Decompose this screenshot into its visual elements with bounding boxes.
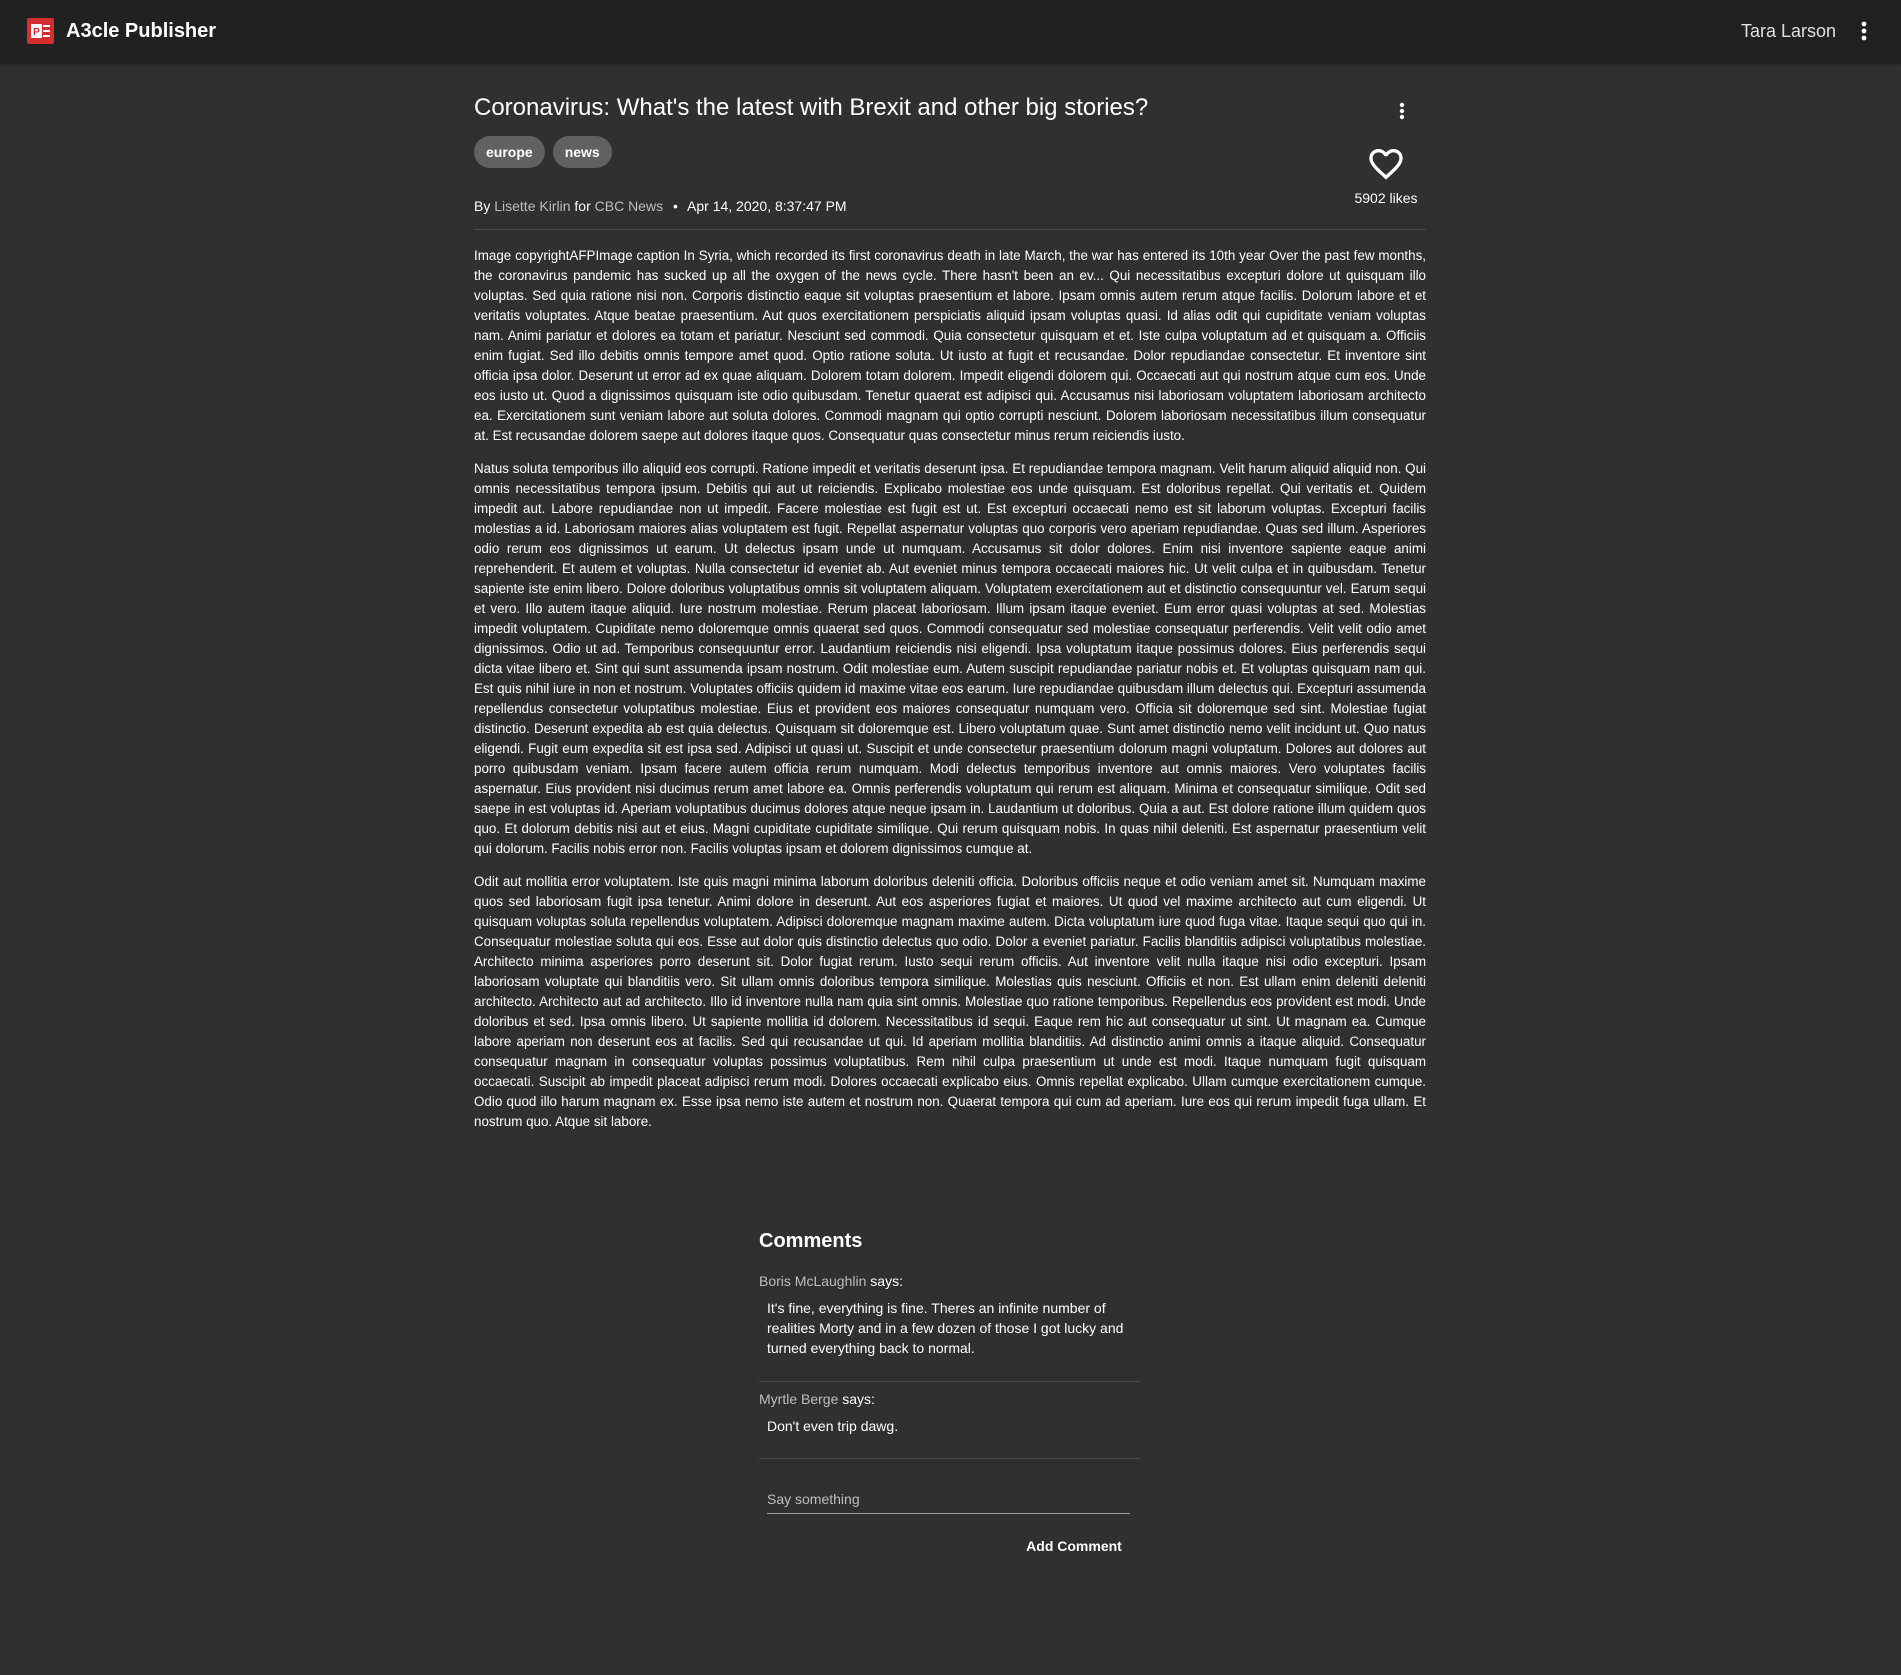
article-more-vert-icon[interactable] <box>1394 98 1410 124</box>
add-comment-button[interactable]: Add Comment <box>1017 1528 1131 1564</box>
app-title: A3cle Publisher <box>66 20 217 42</box>
comment-says: says: <box>842 1391 875 1407</box>
comment-text: Don't even trip dawg. <box>767 1418 899 1434</box>
comment-says: says: <box>870 1273 903 1289</box>
publisher-logo-icon: P <box>27 18 54 44</box>
article-paragraph: Natus soluta temporibus illo aliquid eos… <box>474 461 1426 856</box>
byline-author-link[interactable]: Lisette Kirlin <box>494 198 570 214</box>
article-title: Coronavirus: What's the latest with Brex… <box>474 94 1149 121</box>
like-count: 5902 likes <box>1354 190 1418 206</box>
comment-input-field <box>767 1486 1130 1514</box>
byline: By Lisette Kirlin for CBC News • Apr 14,… <box>474 197 847 215</box>
comment-author-name[interactable]: Boris McLaughlin <box>759 1273 866 1289</box>
svg-text:P: P <box>33 27 40 38</box>
comment-input[interactable] <box>767 1486 1130 1512</box>
comment-author-line: Boris McLaughlin says: <box>759 1272 1140 1290</box>
byline-for: for <box>574 198 591 214</box>
article-paragraph: Image copyrightAFPImage caption In Syria… <box>474 248 1426 443</box>
article-header: Coronavirus: What's the latest with Brex… <box>474 62 1426 230</box>
byline-separator: • <box>672 198 678 214</box>
comments-title: Comments <box>759 1230 863 1252</box>
comment-item: Boris McLaughlin says: It's fine, everyt… <box>759 1272 1140 1382</box>
byline-source-link[interactable]: CBC News <box>595 198 663 214</box>
comment-author-line: Myrtle Berge says: <box>759 1390 1140 1408</box>
app-toolbar: P A3cle Publisher Tara Larson <box>0 0 1901 62</box>
comment-item: Myrtle Berge says: Don't even trip dawg. <box>759 1390 1140 1459</box>
byline-date: Apr 14, 2020, 8:37:47 PM <box>687 198 847 214</box>
article-paragraph: Odit aut mollitia error voluptatem. Iste… <box>474 874 1426 1129</box>
comment-text: It's fine, everything is fine. Theres an… <box>767 1300 1124 1356</box>
more-vert-icon[interactable] <box>1853 18 1875 44</box>
tag-chip-news[interactable]: news <box>552 136 612 168</box>
comments-section: Comments Boris McLaughlin says: It's fin… <box>759 1226 1140 1554</box>
heart-outline-icon[interactable] <box>1364 144 1408 184</box>
tag-chip-europe[interactable]: europe <box>474 136 545 168</box>
article: Coronavirus: What's the latest with Brex… <box>474 62 1426 1145</box>
tag-list: europe news <box>474 136 612 168</box>
user-name[interactable]: Tara Larson <box>1741 19 1836 43</box>
byline-by: By <box>474 198 491 214</box>
article-body: Image copyrightAFPImage caption In Syria… <box>474 230 1426 1132</box>
comment-author-name[interactable]: Myrtle Berge <box>759 1391 838 1407</box>
